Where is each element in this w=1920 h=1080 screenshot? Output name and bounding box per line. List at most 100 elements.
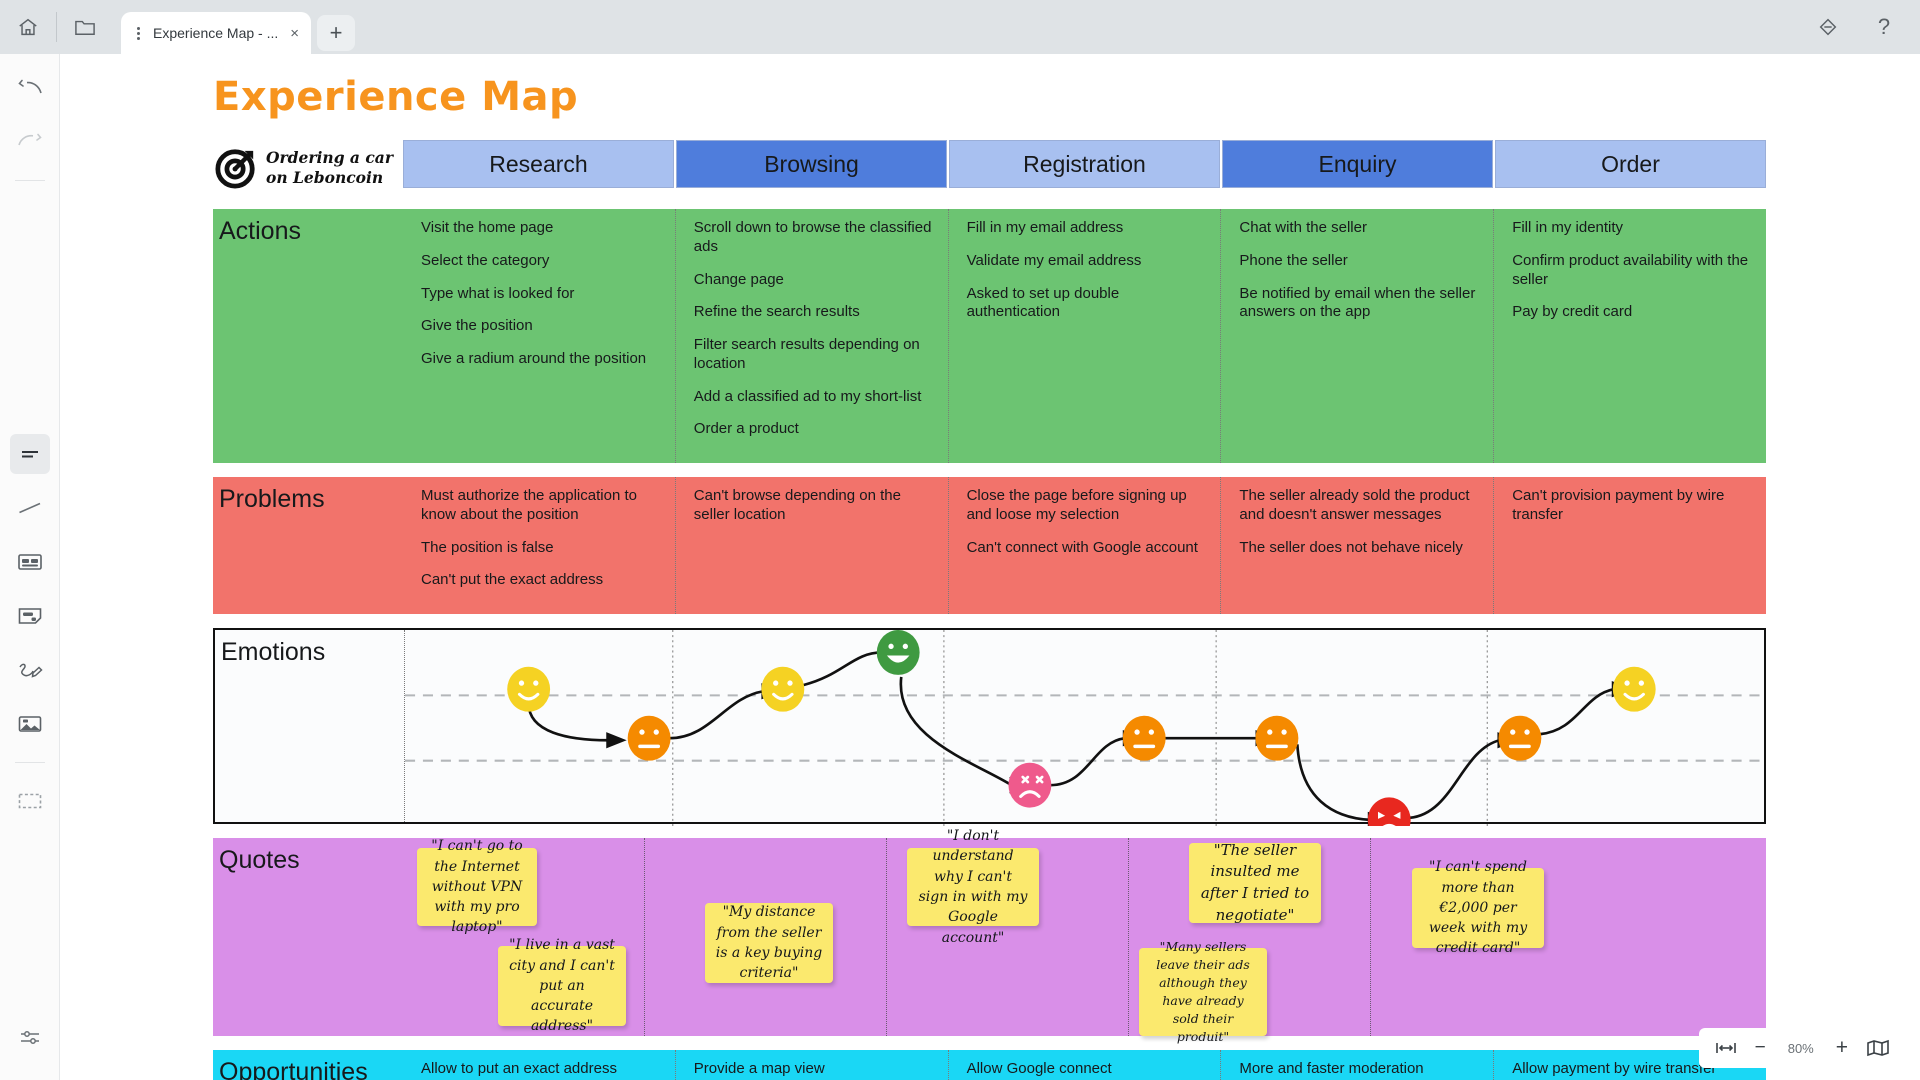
- quote-note[interactable]: "My distance from the seller is a key bu…: [705, 903, 833, 983]
- board-canvas[interactable]: Experience Map Ordering a car on Lebonco…: [61, 54, 1920, 1080]
- zoom-controls: − 80% +: [1698, 1028, 1906, 1068]
- home-button[interactable]: [0, 0, 56, 54]
- row-quotes-cells: "I can't go to the Internet without VPN …: [403, 828, 1766, 1044]
- row-gap: [213, 195, 1766, 209]
- quote-note[interactable]: "I can't go to the Internet without VPN …: [417, 838, 537, 935]
- new-tab-button[interactable]: +: [317, 15, 355, 51]
- emotion-face-happy-1: [507, 666, 551, 712]
- minimap-icon: [1867, 1039, 1889, 1057]
- left-sidebar: [0, 54, 60, 1080]
- cell-item: Validate my email address: [966, 251, 1142, 269]
- row-label-actions: Actions: [219, 217, 301, 245]
- fit-width-button[interactable]: [1715, 1040, 1737, 1056]
- cell-opps-registration[interactable]: Allow Google connect Remove double auth.…: [949, 1050, 1222, 1080]
- board-logo: Ordering a car on Leboncoin: [213, 140, 403, 195]
- cell-opps-enquiry[interactable]: More and faster moderation Stricter with…: [1221, 1050, 1495, 1080]
- quote-note[interactable]: "I don't understand why I can't sign in …: [907, 828, 1039, 946]
- cell-problems-enquiry[interactable]: The seller already sold the product and …: [1221, 477, 1495, 614]
- emotion-path: [527, 651, 1615, 822]
- stage-enquiry[interactable]: Enquiry: [1222, 140, 1493, 188]
- cell-item: Can't provision payment by wire transfer: [1512, 487, 1725, 523]
- cell-item: Chat with the seller: [1239, 219, 1367, 236]
- sidebar-item-settings[interactable]: [10, 1018, 50, 1058]
- row-quotes[interactable]: Quotes "I can't go to the Internet witho…: [213, 828, 1766, 1044]
- zoom-out-button[interactable]: −: [1755, 1037, 1766, 1059]
- cell-item: Can't put the exact address: [421, 571, 604, 589]
- emotion-face-neutral-4: [1498, 715, 1542, 761]
- cell-item: Be notified by email when the seller ans…: [1239, 284, 1476, 321]
- cell-item: Can't connect with Google account: [966, 538, 1198, 556]
- fit-width-icon: [1715, 1043, 1736, 1053]
- sidebar-item-redo[interactable]: [10, 122, 50, 162]
- help-button[interactable]: ?: [1856, 0, 1912, 54]
- stage-research[interactable]: Research: [403, 140, 674, 188]
- cell-item: More and faster moderation: [1239, 1060, 1424, 1077]
- cell-item: Fill in my identity: [1512, 219, 1624, 236]
- stage-registration[interactable]: Registration: [949, 140, 1220, 188]
- quote-note[interactable]: "The seller insulted me after I tried to…: [1189, 841, 1321, 924]
- cell-item: Phone the seller: [1239, 251, 1348, 269]
- quote-note[interactable]: "Many sellers leave their ads although t…: [1139, 939, 1267, 1044]
- emotion-face-neutral-3: [1255, 715, 1299, 761]
- row-actions[interactable]: Actions Visit the home page Select the c…: [213, 209, 1766, 463]
- sidebar-divider-2: [14, 762, 45, 763]
- cell-actions-enquiry[interactable]: Chat with the seller Phone the seller Be…: [1221, 209, 1495, 463]
- sidebar-item-line[interactable]: [10, 488, 50, 528]
- cell-actions-order[interactable]: Fill in my identity Confirm product avai…: [1494, 209, 1766, 463]
- cell-item: Give a radium around the position: [421, 350, 647, 367]
- cell-problems-research[interactable]: Must authorize the application to know a…: [403, 477, 676, 614]
- stages: Research Browsing Registration Enquiry O…: [403, 140, 1766, 188]
- quote-note[interactable]: "I can't spend more than €2,000 per week…: [1412, 859, 1544, 956]
- logo-line-2: on Leboncoin: [266, 167, 384, 187]
- cell-actions-registration[interactable]: Fill in my email address Validate my ema…: [949, 209, 1222, 463]
- row-problems-cells: Must authorize the application to know a…: [403, 477, 1766, 614]
- row-label-problems: Problems: [219, 485, 325, 513]
- cell-item: Visit the home page: [421, 219, 554, 236]
- sidebar-item-sticky-note[interactable]: [10, 596, 50, 636]
- stage-header-row: Ordering a car on Leboncoin Research Bro…: [213, 140, 1766, 195]
- sidebar-item-undo[interactable]: [10, 68, 50, 108]
- cell-problems-browsing[interactable]: Can't browse depending on the seller loc…: [676, 477, 949, 614]
- emotions-chart[interactable]: [405, 630, 1764, 826]
- sidebar-item-text[interactable]: [9, 434, 50, 474]
- cell-item: Add a classified ad to my short-list: [693, 387, 922, 405]
- sidebar-item-frame[interactable]: [10, 781, 50, 821]
- stage-order[interactable]: Order: [1495, 140, 1766, 188]
- sidebar-divider: [14, 180, 45, 181]
- row-opportunities-cells: Allow to put an exact address Provide a …: [403, 1050, 1766, 1080]
- target-arrow-icon: [215, 148, 255, 189]
- row-label-opportunities: Opportunities: [219, 1058, 368, 1080]
- page-title: Experience Map: [213, 74, 579, 120]
- zoom-in-button[interactable]: +: [1836, 1036, 1848, 1060]
- cell-problems-registration[interactable]: Close the page before signing up and loo…: [949, 477, 1222, 614]
- line-icon: [18, 502, 40, 514]
- browser-tab[interactable]: Experience Map - ... ×: [121, 12, 311, 54]
- tab-close-button[interactable]: ×: [284, 26, 305, 41]
- row-opportunities[interactable]: Opportunities Allow to put an exact addr…: [213, 1050, 1766, 1080]
- quote-note[interactable]: "I live in a vast city and I can't put a…: [498, 937, 626, 1034]
- sidebar-item-image[interactable]: [10, 704, 50, 744]
- undo-arrow-icon: [17, 79, 42, 94]
- folder-button[interactable]: [57, 0, 113, 54]
- emotion-face-happy-3: [1612, 666, 1656, 712]
- tab-menu-icon[interactable]: [131, 26, 145, 40]
- cell-actions-research[interactable]: Visit the home page Select the category …: [403, 209, 676, 463]
- cell-opps-research[interactable]: Allow to put an exact address: [403, 1050, 676, 1080]
- cell-opps-browsing[interactable]: Provide a map view: [676, 1050, 949, 1080]
- emotion-face-neutral-2: [1122, 715, 1166, 761]
- stage-browsing[interactable]: Browsing: [676, 140, 947, 188]
- cell-actions-browsing[interactable]: Scroll down to browse the classified ads…: [676, 209, 949, 463]
- minimap-button[interactable]: [1866, 1039, 1890, 1057]
- sidebar-item-draw[interactable]: [10, 650, 50, 690]
- experience-map: Ordering a car on Leboncoin Research Bro…: [213, 140, 1766, 1080]
- cell-problems-order[interactable]: Can't provision payment by wire transfer: [1494, 477, 1766, 614]
- redo-arrow-icon: [17, 133, 42, 146]
- sidebar-item-card[interactable]: [10, 542, 50, 582]
- cell-item: Pay by credit card: [1512, 303, 1633, 321]
- row-problems[interactable]: Problems Must authorize the application …: [213, 477, 1766, 614]
- zoom-level: 80%: [1787, 1040, 1814, 1056]
- extensions-button[interactable]: [1800, 0, 1856, 54]
- emotion-arrowheads: [606, 644, 1633, 826]
- cell-item: Change page: [693, 270, 784, 288]
- row-emotions[interactable]: Emotions: [213, 628, 1766, 826]
